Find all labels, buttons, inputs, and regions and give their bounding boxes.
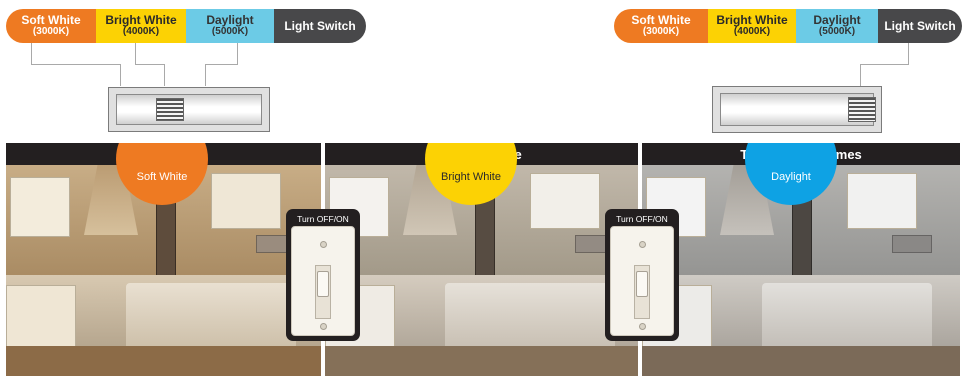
legend-bright-white-kelvin: (4000K) <box>733 26 771 38</box>
bubble-label: Soft White <box>136 171 188 183</box>
legend-soft-white-kelvin: (3000K) <box>642 26 680 38</box>
legend-light-switch: Light Switch <box>878 9 962 43</box>
left-light-switch-diagram <box>108 87 270 132</box>
right-light-switch-diagram <box>712 86 882 133</box>
toggle-lever[interactable] <box>317 271 329 297</box>
legend-bright-white: Bright White (4000K) <box>708 9 796 43</box>
legend-soft-white: Soft White (3000K) <box>6 9 96 43</box>
screw-icon <box>639 323 646 330</box>
legend-light-switch: Light Switch <box>274 9 366 43</box>
legend-bright-white: Bright White (4000K) <box>96 9 186 43</box>
legend-bright-white-kelvin: (4000K) <box>122 26 160 38</box>
switch-face <box>291 226 355 336</box>
panel-toggle-once: Toggle Once Soft White <box>6 143 321 376</box>
switch-rocker <box>848 97 876 122</box>
legend-soft-white-kelvin: (3000K) <box>32 26 70 38</box>
legend-daylight-kelvin: (5000K) <box>211 26 249 38</box>
toggle-lever[interactable] <box>636 271 648 297</box>
legend-daylight-kelvin: (5000K) <box>818 26 856 38</box>
turn-off-on-label: Turn OFF/ON <box>616 214 668 224</box>
screw-icon <box>320 241 327 248</box>
bubble-label: Daylight <box>771 171 811 183</box>
right-color-legend: Soft White (3000K) Bright White (4000K) … <box>614 9 962 43</box>
switch-rocker <box>156 98 184 121</box>
screw-icon <box>320 323 327 330</box>
screw-icon <box>639 241 646 248</box>
toggle-switch-plate-2[interactable]: Turn OFF/ON <box>605 209 679 341</box>
left-color-legend: Soft White (3000K) Bright White (4000K) … <box>6 9 366 43</box>
switch-opening <box>720 93 876 126</box>
panel-toggle-three-times: Toggle Three Times Daylight <box>642 143 960 376</box>
bubble-label: Bright White <box>441 171 501 183</box>
legend-daylight: Daylight (5000K) <box>186 9 274 43</box>
panel-toggle-twice: Toggle Twice Bright White <box>325 143 638 376</box>
legend-daylight: Daylight (5000K) <box>796 9 878 43</box>
switch-face <box>610 226 674 336</box>
switch-opening <box>116 94 262 125</box>
toggle-switch-plate-1[interactable]: Turn OFF/ON <box>286 209 360 341</box>
turn-off-on-label: Turn OFF/ON <box>297 214 349 224</box>
legend-soft-white: Soft White (3000K) <box>614 9 708 43</box>
